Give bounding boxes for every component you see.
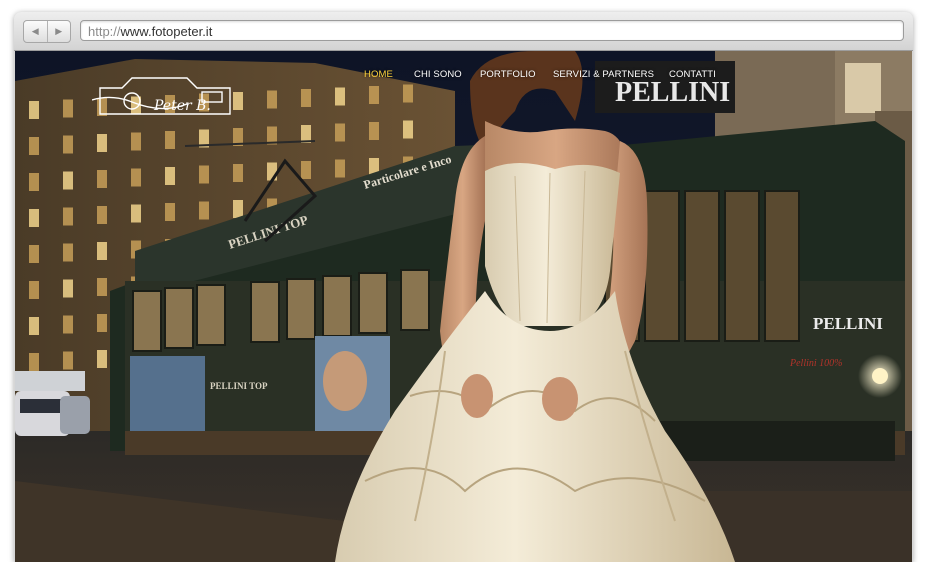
nav-contatti[interactable]: CONTATTI (669, 69, 716, 80)
browser-toolbar: ◀ ▶ http://www.fotopeter.it (14, 12, 913, 51)
back-button[interactable]: ◀ (24, 21, 47, 42)
logo-text: Peter B. (153, 98, 211, 114)
forward-button[interactable]: ▶ (46, 21, 71, 42)
nav-portfolio[interactable]: PORTFOLIO (480, 69, 536, 80)
browser-window: ◀ ▶ http://www.fotopeter.it PELLINI Part… (14, 12, 913, 562)
back-arrow-icon: ◀ (31, 26, 39, 36)
nav-servizi-partners[interactable]: SERVIZI & PARTNERS (553, 69, 654, 80)
forward-arrow-icon: ▶ (55, 26, 63, 36)
history-buttons: ◀ ▶ (23, 20, 71, 43)
tram-front-sign: PELLINI (813, 314, 883, 333)
tram-ad-label: PELLINI TOP (210, 381, 268, 391)
tram-front-ad: Pellini 100% (789, 358, 843, 369)
main-nav: HOME CHI SONO PORTFOLIO SERVIZI & PARTNE… (15, 69, 912, 83)
nav-home[interactable]: HOME (364, 69, 393, 80)
address-bar[interactable]: http://www.fotopeter.it (80, 20, 904, 41)
website-viewport: PELLINI Particolare e Inco PELLINI TOP P… (15, 51, 912, 562)
nav-chi-sono[interactable]: CHI SONO (414, 69, 462, 80)
url-host: www.fotopeter.it (120, 24, 213, 39)
url-protocol: http:// (88, 24, 121, 39)
hero-photo: PELLINI Particolare e Inco PELLINI TOP P… (15, 51, 912, 562)
